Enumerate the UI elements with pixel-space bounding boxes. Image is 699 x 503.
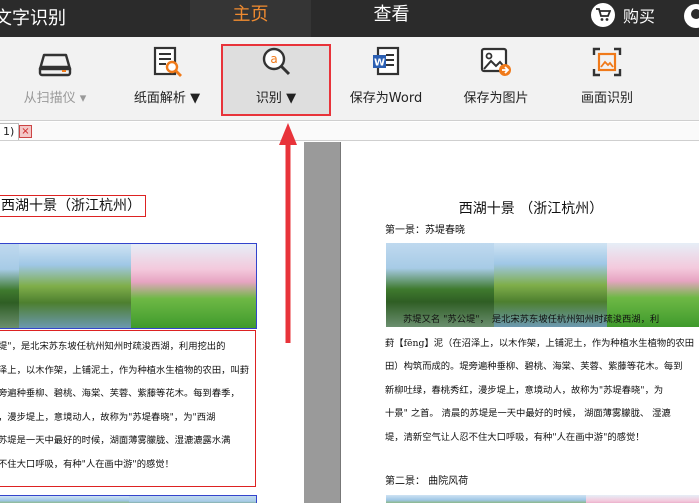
buy-label: 购买 (623, 7, 656, 26)
source-text-line: 堤"，是北宋苏东坡任杭州知州时疏浚西湖，利用挖出的 (0, 341, 226, 352)
result-text-line: 十景" 之首。 清晨的苏堤是一天中最好的时候， 湖面薄雾朦胧、 湿漉 (385, 408, 671, 419)
photo-thumb (0, 496, 129, 503)
result-text-body: 苏堤又名 "苏公堤"， 是北宋苏东坡任杭州知州时疏浚西湖，利 葑【fēng】泥（… (385, 308, 699, 449)
scanner-icon (38, 45, 72, 79)
buy-button[interactable]: 购买 (591, 3, 655, 27)
source-text-line: 泽上，以木作架，上铺泥土，作为种植水生植物的农田，叫葑 (0, 364, 250, 376)
app-title: 文字识别 (0, 8, 66, 29)
page-analysis-label: 纸面解析 ▼ (133, 91, 201, 106)
source-photo-region-2[interactable] (0, 495, 257, 503)
photo-blossom (131, 244, 256, 328)
screen-recognize-button[interactable]: 画面识别 (552, 45, 662, 115)
save-as-image-label: 保存为图片 (463, 91, 529, 106)
source-image-pane[interactable]: 西湖十景（浙江杭州） 堤"，是北宋苏东坡任杭州知州时疏浚西湖，利用挖出的 泽上，… (0, 142, 304, 503)
photo-thumb (129, 496, 256, 503)
toolbar: 从扫描仪 ▾ 纸面解析 ▼ a 识别 ▼ W 保存为Word 保存为图片 画面识… (0, 37, 699, 121)
save-as-word-button[interactable]: W 保存为Word (331, 45, 441, 115)
source-text-region[interactable]: 堤"，是北宋苏东坡任杭州知州时疏浚西湖，利用挖出的 泽上，以木作架，上铺泥土，作… (0, 330, 256, 487)
save-as-image-button[interactable]: 保存为图片 (441, 45, 551, 115)
source-text-line: ，漫步堤上，意境动人，故称为"苏堤春晓"，为"西湖 (0, 411, 216, 423)
result-section-heading: 第一景：苏堤春晓 (385, 225, 465, 236)
source-text-line: 苏堤是一天中最好的时候，湖面薄雾朦胧、湿漉漉露水满 (0, 435, 231, 447)
page-analysis-icon (150, 45, 184, 79)
photo-thumb (586, 495, 699, 503)
result-pane[interactable]: 西湖十景 （浙江杭州） 第一景：苏堤春晓 苏堤又名 "苏公堤"， 是北宋苏东坡任… (340, 142, 699, 503)
svg-text:a: a (270, 52, 277, 66)
photo-willow-2 (19, 244, 131, 328)
result-text-line: 堤，清新空气让人忍不住大口呼吸，有种"人在画中游"的感觉！ (385, 431, 645, 443)
screen-recognize-label: 画面识别 (580, 91, 633, 106)
scanner-button[interactable]: 从扫描仪 ▾ (0, 45, 110, 115)
source-photo-region[interactable] (0, 243, 257, 329)
user-icon[interactable] (684, 4, 699, 28)
photo-thumb (386, 495, 586, 503)
tab-home[interactable]: 主页 (190, 0, 311, 37)
top-bar: 文字识别 主页 查看 购买 (0, 0, 699, 37)
source-text-line: 不住大口呼吸，有种"人在画中游"的感觉！ (0, 458, 174, 470)
document-tab[interactable]: 1) (0, 123, 20, 140)
app-window: 文字识别 主页 查看 购买 从扫描仪 ▾ 纸面解析 ▼ a 识别 ▼ W 保存为… (0, 0, 699, 503)
cart-icon (591, 3, 615, 27)
source-text-line: 旁遍种垂柳、碧桃、海棠、芙蓉、紫藤等花木。每到春季， (0, 388, 240, 400)
page-analysis-button[interactable]: 纸面解析 ▼ (112, 45, 222, 115)
result-text-line: 葑【fēng】泥（在沼泽上，以木作架，上铺泥土，作为种植水生植物的农田 (385, 337, 695, 349)
photo-willow-1 (0, 244, 19, 328)
word-doc-icon: W (369, 45, 403, 79)
close-tab-icon[interactable]: × (19, 125, 32, 138)
svg-text:W: W (374, 58, 385, 69)
recognize-label: 识别 ▼ (255, 91, 297, 106)
tab-view[interactable]: 查看 (331, 0, 452, 37)
result-text-line: 新柳吐绿，春桃秀红，漫步堤上，意境动人，故称为"苏堤春晓"，为 (385, 384, 664, 396)
recognize-button[interactable]: a 识别 ▼ (221, 45, 331, 115)
image-export-icon (479, 45, 513, 79)
scanner-label: 从扫描仪 ▾ (23, 91, 87, 106)
source-title-region[interactable]: 西湖十景（浙江杭州） (0, 195, 146, 217)
pane-divider[interactable] (304, 142, 340, 503)
screen-capture-icon (590, 45, 624, 79)
save-as-word-label: 保存为Word (349, 91, 423, 106)
result-title: 西湖十景 （浙江杭州） (458, 201, 604, 217)
result-section-heading-2: 第二景： 曲院风荷 (385, 476, 469, 487)
result-photo-strip-2 (386, 495, 699, 503)
result-text-line: 田）构筑而成的。堤旁遍种垂柳、碧桃、海棠、芙蓉、紫藤等花木。每到 (385, 361, 683, 372)
result-text-line: 苏堤又名 "苏公堤"， 是北宋苏东坡任杭州知州时疏浚西湖，利 (403, 314, 660, 325)
document-tab-strip: 1) × (0, 122, 699, 141)
recognize-magnifier-icon: a (259, 45, 293, 79)
